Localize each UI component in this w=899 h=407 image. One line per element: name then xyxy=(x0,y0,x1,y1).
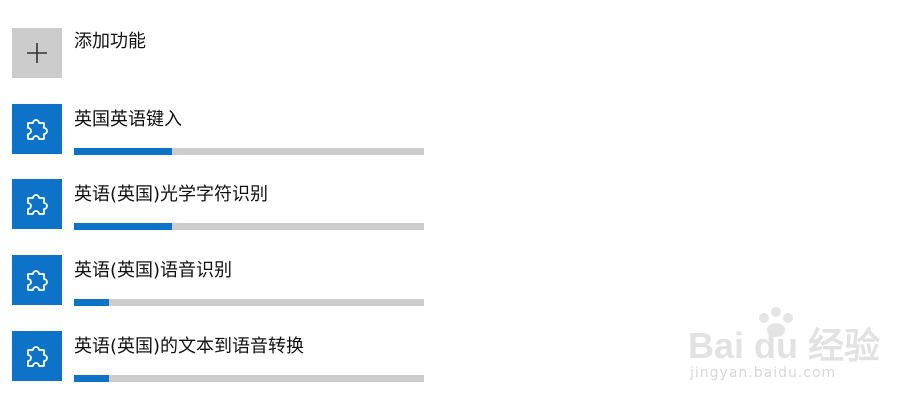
feature-name: 英语(英国)语音识别 xyxy=(74,260,233,281)
watermark-logo-text: Bai du 经验 xyxy=(688,325,880,366)
add-feature-tile[interactable] xyxy=(12,28,62,78)
add-feature-label: 添加功能 xyxy=(74,31,146,52)
feature-tile xyxy=(12,104,62,154)
feature-item-uk-english-text-to-speech[interactable]: 英语(英国)的文本到语音转换 xyxy=(12,331,432,382)
progress-fill xyxy=(74,299,109,306)
download-progress-bar xyxy=(74,148,424,155)
feature-tile xyxy=(12,255,62,305)
download-progress-bar xyxy=(74,299,424,306)
download-progress-bar xyxy=(74,375,424,382)
puzzle-piece-icon xyxy=(27,346,48,367)
add-feature-button[interactable]: 添加功能 xyxy=(12,28,432,78)
feature-name: 英语(英国)的文本到语音转换 xyxy=(74,336,305,357)
puzzle-piece-icon xyxy=(27,119,48,140)
watermark-url: jingyan.baidu.com xyxy=(690,365,837,381)
download-progress-bar xyxy=(74,223,424,230)
progress-fill xyxy=(74,223,172,230)
feature-item-uk-english-speech-recognition[interactable]: 英语(英国)语音识别 xyxy=(12,255,432,306)
feature-tile xyxy=(12,331,62,381)
feature-tile xyxy=(12,179,62,229)
feature-name: 英语(英国)光学字符识别 xyxy=(74,184,269,205)
progress-fill xyxy=(74,148,172,155)
puzzle-piece-icon xyxy=(27,270,48,291)
progress-fill xyxy=(74,375,109,382)
feature-item-uk-english-ocr[interactable]: 英语(英国)光学字符识别 xyxy=(12,179,432,230)
feature-name: 英国英语键入 xyxy=(74,109,182,130)
plus-icon xyxy=(27,43,47,63)
puzzle-piece-icon xyxy=(27,194,48,215)
feature-item-uk-english-typing[interactable]: 英国英语键入 xyxy=(12,104,432,155)
